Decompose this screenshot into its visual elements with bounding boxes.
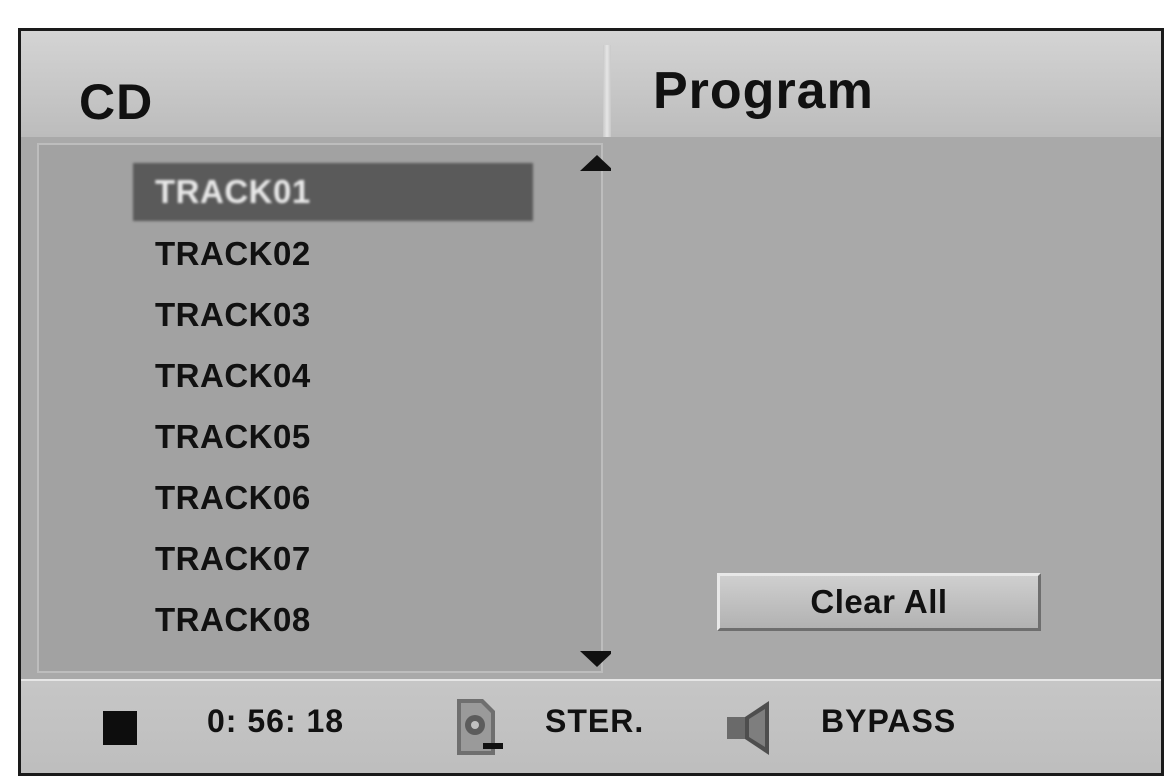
playback-time: 0: 56: 18 [207,703,345,739]
scroll-down-arrow-icon[interactable] [580,651,614,667]
track-item[interactable]: TRACK01 [133,163,533,221]
cd-program-window: CD Program TRACK01 TRACK02 TRACK03 TRACK… [18,28,1164,776]
speaker-icon [727,701,769,755]
clear-all-button[interactable]: Clear All [717,573,1041,631]
sound-mode-label: BYPASS [821,703,957,739]
program-panel-title: Program [653,62,874,120]
header-divider [603,45,611,137]
program-panel: Clear All [611,143,1161,673]
audio-mode-label: STER. [545,703,645,739]
status-bar: 0: 56: 18 STER. BYPASS [21,679,1161,773]
track-item[interactable]: TRACK02 [133,225,533,283]
cd-panel-title: CD [79,74,154,130]
track-item[interactable]: TRACK08 [133,591,533,649]
disc-icon [457,699,503,755]
cd-track-panel: TRACK01 TRACK02 TRACK03 TRACK04 TRACK05 … [37,143,614,673]
scroll-up-arrow-icon[interactable] [580,155,614,171]
track-item[interactable]: TRACK07 [133,530,533,588]
track-item[interactable]: TRACK03 [133,286,533,344]
stop-icon [103,711,137,745]
track-item[interactable]: TRACK05 [133,408,533,466]
track-item[interactable]: TRACK04 [133,347,533,405]
track-item[interactable]: TRACK06 [133,469,533,527]
header-bar: CD Program [21,31,1161,137]
track-list: TRACK01 TRACK02 TRACK03 TRACK04 TRACK05 … [37,143,603,673]
